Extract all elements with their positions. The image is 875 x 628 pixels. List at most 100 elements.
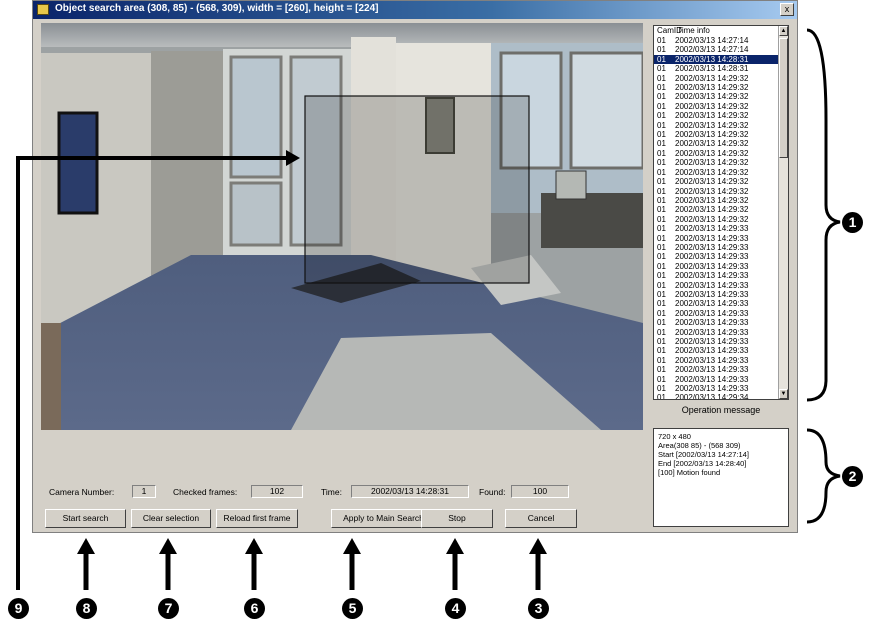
time-label: Time: [321, 487, 342, 497]
list-item[interactable]: 01 2002/03/13 14:29:33 [654, 346, 788, 355]
list-item[interactable]: 01 2002/03/13 14:29:33 [654, 356, 788, 365]
arrow-3-head [529, 538, 547, 554]
list-item[interactable]: 01 2002/03/13 14:28:31 [654, 54, 788, 65]
list-item[interactable]: 01 2002/03/13 14:29:32 [654, 205, 788, 214]
list-item-time: 2002/03/13 14:29:33 [675, 280, 749, 290]
list-item-time: 2002/03/13 14:29:33 [675, 242, 749, 252]
callout-5: 5 [342, 598, 363, 619]
callout-9: 9 [8, 598, 29, 619]
list-item-camid: 01 [657, 242, 666, 252]
list-item-time: 2002/03/13 14:29:33 [675, 233, 749, 243]
close-button[interactable]: x [780, 3, 794, 16]
start-search-button[interactable]: Start search [45, 509, 126, 528]
arrow-8-head [77, 538, 95, 554]
arrow-7-head [159, 538, 177, 554]
list-item[interactable]: 01 2002/03/13 14:29:32 [654, 196, 788, 205]
list-item[interactable]: 01 2002/03/13 14:29:32 [654, 177, 788, 186]
arrow-6-head [245, 538, 263, 554]
list-item-camid: 01 [657, 261, 666, 271]
scroll-thumb[interactable] [779, 38, 788, 158]
list-item[interactable]: 01 2002/03/13 14:29:32 [654, 149, 788, 158]
list-item[interactable]: 01 2002/03/13 14:27:14 [654, 36, 788, 45]
app-icon [37, 4, 49, 15]
list-item[interactable]: 01 2002/03/13 14:29:32 [654, 139, 788, 148]
list-item[interactable]: 01 2002/03/13 14:29:33 [654, 224, 788, 233]
list-item[interactable]: 01 2002/03/13 14:29:33 [654, 384, 788, 393]
list-item-camid: 01 [657, 148, 666, 158]
list-item-time: 2002/03/13 14:29:32 [675, 195, 749, 205]
list-item-time: 2002/03/13 14:29:32 [675, 111, 749, 121]
list-item-camid: 01 [657, 130, 666, 140]
list-item[interactable]: 01 2002/03/13 14:29:33 [654, 309, 788, 318]
list-item[interactable]: 01 2002/03/13 14:29:32 [654, 92, 788, 101]
list-item[interactable]: 01 2002/03/13 14:29:33 [654, 271, 788, 280]
list-item[interactable]: 01 2002/03/13 14:29:33 [654, 365, 788, 374]
clear-selection-button[interactable]: Clear selection [131, 509, 211, 528]
checked-frames-value: 102 [251, 485, 303, 498]
camera-frame-view[interactable] [41, 23, 643, 430]
list-item[interactable]: 01 2002/03/13 14:28:31 [654, 64, 788, 73]
list-item[interactable]: 01 2002/03/13 14:29:33 [654, 252, 788, 261]
camera-number-label: Camera Number: [49, 487, 115, 497]
list-item[interactable]: 01 2002/03/13 14:29:33 [654, 234, 788, 243]
cancel-button[interactable]: Cancel [505, 509, 577, 528]
result-listbox[interactable]: CamID Time info 01 2002/03/13 14:27:14 01 2… [653, 25, 789, 400]
list-item[interactable]: 01 2002/03/13 14:29:33 [654, 337, 788, 346]
scroll-down-arrow-icon[interactable]: ▼ [779, 389, 788, 399]
list-item[interactable]: 01 2002/03/13 14:29:32 [654, 130, 788, 139]
reload-first-frame-button[interactable]: Reload first frame [216, 509, 298, 528]
list-item[interactable]: 01 2002/03/13 14:29:32 [654, 83, 788, 92]
opmsg-line: [100] Motion found [658, 468, 721, 477]
brace-2 [806, 428, 841, 524]
list-item[interactable]: 01 2002/03/13 14:27:14 [654, 45, 788, 54]
list-item-camid: 01 [657, 393, 666, 400]
list-item[interactable]: 01 2002/03/13 14:29:32 [654, 158, 788, 167]
time-value: 2002/03/13 14:28:31 [351, 485, 469, 498]
listbox-header: CamID Time info [654, 26, 788, 36]
list-item-time: 2002/03/13 14:29:33 [675, 384, 749, 394]
list-item-camid: 01 [657, 355, 666, 365]
list-item-camid: 01 [657, 214, 666, 224]
list-item-time: 2002/03/13 14:29:33 [675, 271, 749, 281]
list-item-time: 2002/03/13 14:29:33 [675, 299, 749, 309]
list-item[interactable]: 01 2002/03/13 14:29:33 [654, 290, 788, 299]
list-item-camid: 01 [657, 73, 666, 83]
list-item[interactable]: 01 2002/03/13 14:29:32 [654, 102, 788, 111]
list-item-camid: 01 [657, 177, 666, 187]
list-item[interactable]: 01 2002/03/13 14:29:32 [654, 187, 788, 196]
scroll-up-arrow-icon[interactable]: ▲ [779, 26, 788, 36]
list-item-camid: 01 [657, 224, 666, 234]
list-item[interactable]: 01 2002/03/13 14:29:33 [654, 243, 788, 252]
arrow-4-head [446, 538, 464, 554]
opmsg-line: End [2002/03/13 14:28:40] [658, 459, 747, 468]
list-item-time: 2002/03/13 14:29:33 [675, 318, 749, 328]
callout-2: 2 [842, 466, 863, 487]
list-item[interactable]: 01 2002/03/13 14:29:33 [654, 299, 788, 308]
list-item-camid: 01 [657, 384, 666, 394]
list-item-time: 2002/03/13 14:29:32 [675, 167, 749, 177]
list-item-time: 2002/03/13 14:29:32 [675, 186, 749, 196]
list-item[interactable]: 01 2002/03/13 14:29:33 [654, 318, 788, 327]
list-item-time: 2002/03/13 14:29:32 [675, 158, 749, 168]
list-item-camid: 01 [657, 271, 666, 281]
title-bar[interactable]: Object search area (308, 85) - (568, 309… [33, 1, 797, 19]
list-item[interactable]: 01 2002/03/13 14:29:32 [654, 215, 788, 224]
list-item[interactable]: 01 2002/03/13 14:29:33 [654, 281, 788, 290]
list-item[interactable]: 01 2002/03/13 14:29:34 [654, 393, 788, 400]
list-item[interactable]: 01 2002/03/13 14:29:33 [654, 328, 788, 337]
list-item-time: 2002/03/13 14:29:32 [675, 139, 749, 149]
list-item[interactable]: 01 2002/03/13 14:29:32 [654, 168, 788, 177]
list-item[interactable]: 01 2002/03/13 14:29:32 [654, 74, 788, 83]
button-arrows [83, 550, 541, 590]
checked-frames-label: Checked frames: [173, 487, 238, 497]
opmsg-line: Area(308 85) - (568 309) [658, 441, 741, 450]
listbox-scrollbar[interactable]: ▲ ▼ [778, 26, 788, 399]
list-item-camid: 01 [657, 158, 666, 168]
list-item[interactable]: 01 2002/03/13 14:29:33 [654, 375, 788, 384]
list-item-time: 2002/03/13 14:29:32 [675, 214, 749, 224]
list-item[interactable]: 01 2002/03/13 14:29:32 [654, 121, 788, 130]
list-item[interactable]: 01 2002/03/13 14:29:33 [654, 262, 788, 271]
list-item[interactable]: 01 2002/03/13 14:29:32 [654, 111, 788, 120]
stop-button[interactable]: Stop [421, 509, 493, 528]
list-item-camid: 01 [657, 111, 666, 121]
